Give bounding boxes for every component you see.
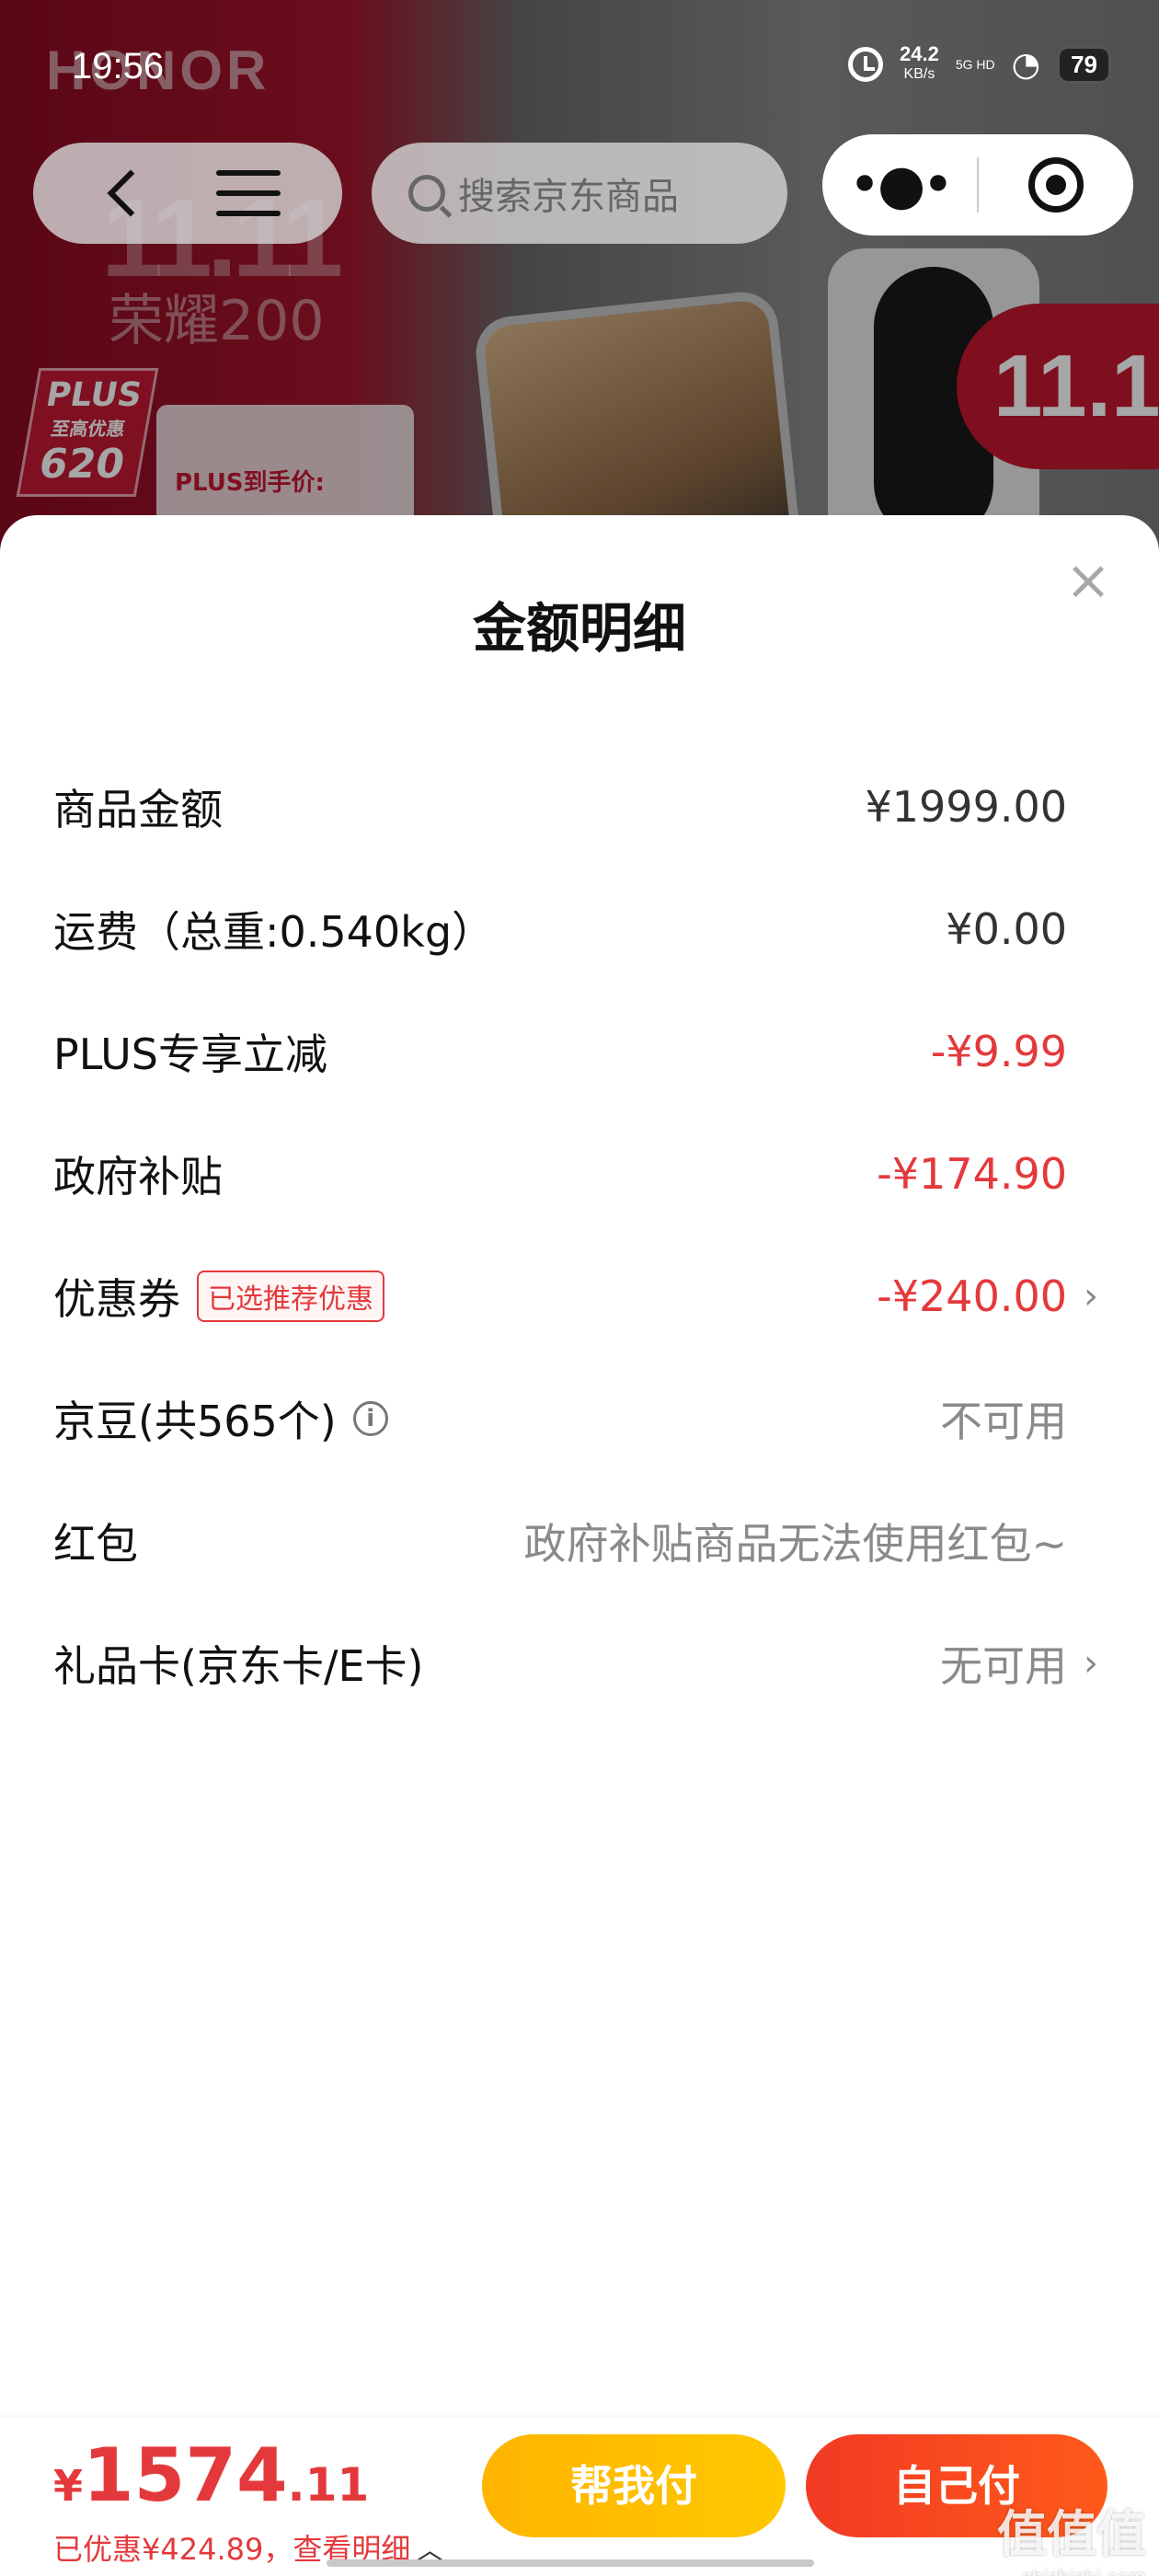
row-label: PLUS专享立减 bbox=[53, 1029, 327, 1079]
chevron-right-icon[interactable]: › bbox=[1084, 1275, 1106, 1317]
status-time: 19:56 bbox=[72, 46, 165, 86]
row-plus-discount: PLUS专享立减 -¥9.99 bbox=[53, 990, 1106, 1112]
search-icon bbox=[408, 175, 445, 212]
row-label: 政府补贴 bbox=[53, 1151, 223, 1202]
row-value: -¥9.99 bbox=[930, 1026, 1067, 1076]
currency-symbol: ¥ bbox=[53, 2461, 84, 2511]
close-miniprogram-button[interactable] bbox=[979, 157, 1133, 213]
row-gift-card[interactable]: 礼品卡(京东卡/E卡) 无可用 › bbox=[53, 1602, 1106, 1724]
network-speed: 24.2 KB/s bbox=[900, 44, 939, 85]
sheet-title: 金额明细 bbox=[472, 597, 686, 660]
speed-unit: KB/s bbox=[903, 66, 935, 82]
search-bar[interactable]: 搜索京东商品 bbox=[372, 143, 787, 244]
row-gov-subsidy: 政府补贴 -¥174.90 bbox=[53, 1112, 1106, 1235]
row-label: 红包 bbox=[53, 1518, 138, 1569]
row-value: ¥0.00 bbox=[946, 903, 1067, 954]
row-label: 商品金额 bbox=[53, 784, 223, 834]
home-indicator[interactable] bbox=[327, 2559, 814, 2567]
search-placeholder: 搜索京东商品 bbox=[458, 176, 679, 218]
row-value: -¥240.00 bbox=[877, 1271, 1067, 1321]
menu-icon[interactable] bbox=[215, 170, 281, 216]
checkout-footer: ¥1574.11 已优惠¥424.89，查看明细 ︿ 帮我付 自己付 bbox=[0, 2418, 1159, 2576]
row-label: 优惠券 bbox=[53, 1273, 180, 1324]
row-shipping: 运费（总重:0.540kg） ¥0.00 bbox=[53, 868, 1106, 990]
network-type: 5G HD bbox=[955, 57, 995, 72]
row-value: ¥1999.00 bbox=[865, 781, 1068, 832]
amount-list: 商品金额 ¥1999.00 运费（总重:0.540kg） ¥0.00 PLUS专… bbox=[53, 745, 1106, 1724]
speed-value: 24.2 bbox=[900, 42, 939, 65]
help-me-pay-button[interactable]: 帮我付 bbox=[482, 2434, 786, 2537]
battery-indicator: 79 bbox=[1057, 45, 1111, 84]
target-icon bbox=[1028, 157, 1084, 213]
row-coupon[interactable]: 优惠券 已选推荐优惠 -¥240.00 › bbox=[53, 1235, 1106, 1357]
row-label: 京豆(共565个) bbox=[53, 1396, 337, 1446]
row-label: 运费（总重:0.540kg） bbox=[53, 906, 495, 957]
coupon-recommended-tag: 已选推荐优惠 bbox=[197, 1270, 384, 1322]
row-value: -¥174.90 bbox=[877, 1148, 1067, 1199]
more-options-icon[interactable]: •●• bbox=[822, 157, 977, 213]
total-integer: 1574 bbox=[83, 2432, 288, 2518]
status-icons: 24.2 KB/s 5G HD ◔ 79 bbox=[848, 44, 1111, 85]
alarm-icon bbox=[848, 47, 884, 82]
watermark-main: 值值值 bbox=[997, 2505, 1146, 2563]
row-label: 礼品卡(京东卡/E卡) bbox=[53, 1640, 424, 1691]
amount-detail-sheet: × 金额明细 商品金额 ¥1999.00 运费（总重:0.540kg） ¥0.0… bbox=[0, 515, 1159, 2576]
row-value: 无可用 bbox=[940, 1640, 1067, 1691]
row-value: 政府补贴商品无法使用红包~ bbox=[523, 1518, 1067, 1569]
miniprogram-capsule: •●• bbox=[822, 134, 1133, 236]
info-icon[interactable]: i bbox=[352, 1400, 388, 1436]
watermark: 值值值 zhizhizhi.com bbox=[997, 2493, 1146, 2576]
row-value: 不可用 bbox=[940, 1396, 1067, 1446]
product-page-background: 11.11 荣耀200 PLUS 至高优惠 620 PLUS到手价: 11.11… bbox=[0, 0, 1159, 552]
row-red-packet: 红包 政府补贴商品无法使用红包~ bbox=[53, 1479, 1106, 1602]
chevron-right-icon[interactable]: › bbox=[1084, 1642, 1106, 1685]
back-arrow-icon[interactable] bbox=[107, 169, 154, 217]
nav-button-group bbox=[33, 143, 342, 244]
wifi-icon: ◔ bbox=[1011, 45, 1041, 84]
watermark-sub: zhizhizhi.com bbox=[997, 2566, 1146, 2576]
total-decimal: .11 bbox=[287, 2458, 370, 2512]
row-jd-beans: 京豆(共565个) i 不可用 bbox=[53, 1357, 1106, 1479]
total-price: ¥1574.11 bbox=[53, 2432, 369, 2518]
row-goods-amount: 商品金额 ¥1999.00 bbox=[53, 745, 1106, 868]
